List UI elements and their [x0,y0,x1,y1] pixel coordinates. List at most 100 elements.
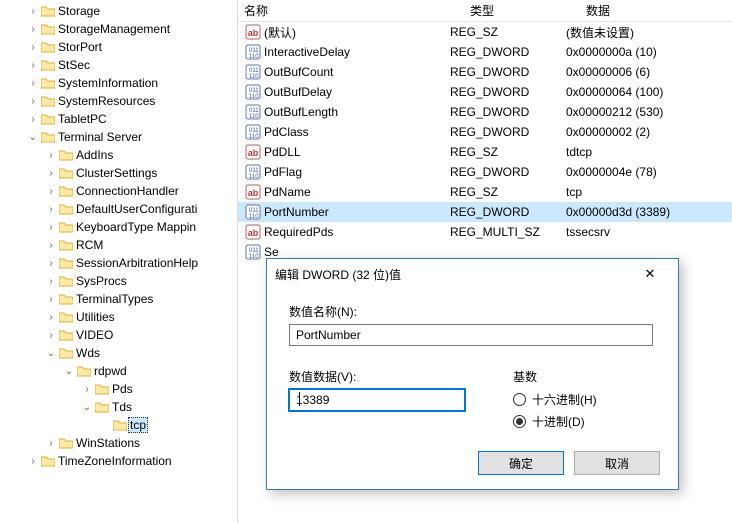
chevron-right-icon[interactable]: › [44,240,58,251]
tree-item[interactable]: ›RCM [0,236,237,254]
value-row[interactable]: PdFlagREG_DWORD0x0000004e (78) [238,162,732,182]
tree-item-label: Pds [110,382,133,396]
tree-item-label: tcp [128,417,148,433]
chevron-right-icon[interactable]: › [26,96,40,107]
chevron-right-icon[interactable]: › [44,276,58,287]
tree-item[interactable]: ›WinStations [0,434,237,452]
value-row[interactable]: OutBufCountREG_DWORD0x00000006 (6) [238,62,732,82]
tree-item[interactable]: ›StorPort [0,38,237,56]
chevron-right-icon[interactable]: › [44,150,58,161]
chevron-right-icon[interactable]: › [26,6,40,17]
chevron-right-icon[interactable]: › [26,456,40,467]
col-data[interactable]: 数据 [586,2,732,19]
tree-item[interactable]: ›ConnectionHandler [0,182,237,200]
chevron-right-icon[interactable]: › [44,312,58,323]
tree-item-label: Terminal Server [56,130,142,144]
tree-item-label: StorageManagement [56,22,170,36]
value-row[interactable]: PortNumberREG_DWORD0x00000d3d (3389) [238,202,732,222]
value-row[interactable]: PdClassREG_DWORD0x00000002 (2) [238,122,732,142]
radio-dec[interactable]: 十进制(D) [513,411,656,431]
value-type: REG_DWORD [450,205,566,219]
value-data: 0x00000212 (530) [566,105,732,119]
tree-item[interactable]: ›Utilities [0,308,237,326]
tree-item[interactable]: › TimeZoneInformation [0,452,237,470]
binary-icon [244,124,262,140]
folder-icon [58,346,74,360]
value-type: REG_MULTI_SZ [450,225,566,239]
chevron-down-icon[interactable]: ⌄ [44,348,58,359]
ok-button[interactable]: 确定 [478,451,564,475]
tree-item[interactable]: ⌄Wds [0,344,237,362]
chevron-right-icon[interactable]: › [44,438,58,449]
tree-item-label: ClusterSettings [74,166,157,180]
chevron-right-icon[interactable]: › [44,186,58,197]
value-row[interactable]: PdDLLREG_SZtdtcp [238,142,732,162]
tree-item[interactable]: ·tcp [0,416,237,434]
value-data-input[interactable] [289,389,465,411]
tree-item[interactable]: ›TabletPC [0,110,237,128]
tree-item[interactable]: › StSec [0,56,237,74]
tree-item[interactable]: ⌄ Terminal Server [0,128,237,146]
chevron-right-icon[interactable]: › [44,294,58,305]
tree-item[interactable]: › StorageManagement [0,20,237,38]
binary-icon [244,104,262,120]
chevron-down-icon[interactable]: ⌄ [26,132,40,143]
value-name: PdClass [264,125,309,139]
value-data: 0x00000002 (2) [566,125,732,139]
value-row[interactable]: InteractiveDelayREG_DWORD0x0000000a (10) [238,42,732,62]
chevron-down-icon[interactable]: ⌄ [62,366,76,377]
chevron-right-icon[interactable]: › [44,204,58,215]
binary-icon [244,64,262,80]
chevron-right-icon[interactable]: › [44,168,58,179]
tree-item[interactable]: ›KeyboardType Mappin [0,218,237,236]
string-icon [244,144,262,160]
value-data: 0x0000004e (78) [566,165,732,179]
tree-item[interactable]: ›SysProcs [0,272,237,290]
chevron-right-icon[interactable]: › [26,114,40,125]
chevron-down-icon[interactable]: ⌄ [80,402,94,413]
tree-item-label: StSec [56,58,90,72]
value-row[interactable]: OutBufDelayREG_DWORD0x00000064 (100) [238,82,732,102]
chevron-right-icon[interactable]: › [44,222,58,233]
tree-item[interactable]: ›SystemInformation [0,74,237,92]
chevron-right-icon[interactable]: › [80,384,94,395]
value-row[interactable]: OutBufLengthREG_DWORD0x00000212 (530) [238,102,732,122]
tree-item[interactable]: ›VIDEO [0,326,237,344]
close-icon[interactable]: ✕ [630,260,670,288]
tree-item-label: SystemResources [56,94,155,108]
tree-item[interactable]: ⌄Tds [0,398,237,416]
folder-icon [94,382,110,396]
value-name-input[interactable] [289,324,653,346]
tree-item[interactable]: › ClusterSettings [0,164,237,182]
tree-item[interactable]: ›AddIns [0,146,237,164]
chevron-right-icon[interactable]: › [26,42,40,53]
value-name: OutBufCount [264,65,333,79]
chevron-right-icon[interactable]: › [44,258,58,269]
cancel-button[interactable]: 取消 [574,451,660,475]
col-name[interactable]: 名称 [244,2,470,19]
chevron-right-icon[interactable]: › [26,60,40,71]
value-row[interactable]: RequiredPds REG_MULTI_SZtssecsrv [238,222,732,242]
col-type[interactable]: 类型 [470,2,586,19]
value-data: tssecsrv [566,225,732,239]
value-type: REG_DWORD [450,85,566,99]
chevron-right-icon[interactable]: › [26,24,40,35]
chevron-right-icon[interactable]: › [44,330,58,341]
tree-item[interactable]: ›Storage [0,2,237,20]
tree-item[interactable]: › Pds [0,380,237,398]
tree-item[interactable]: › SystemResources [0,92,237,110]
tree-item-label: TimeZoneInformation [56,454,172,468]
value-data: 0x00000006 (6) [566,65,732,79]
tree-item[interactable]: ›DefaultUserConfigurati [0,200,237,218]
chevron-right-icon[interactable]: › [26,78,40,89]
radio-hex[interactable]: 十六进制(H) [513,389,656,409]
value-type: REG_SZ [450,145,566,159]
value-name: RequiredPds [264,225,333,239]
tree-item[interactable]: ›TerminalTypes [0,290,237,308]
folder-icon [40,58,56,72]
tree-item[interactable]: ›SessionArbitrationHelp [0,254,237,272]
value-row[interactable]: (默认)REG_SZ(数值未设置) [238,22,732,42]
tree-item[interactable]: ⌄rdpwd [0,362,237,380]
value-row[interactable]: PdNameREG_SZtcp [238,182,732,202]
folder-icon [58,166,74,180]
